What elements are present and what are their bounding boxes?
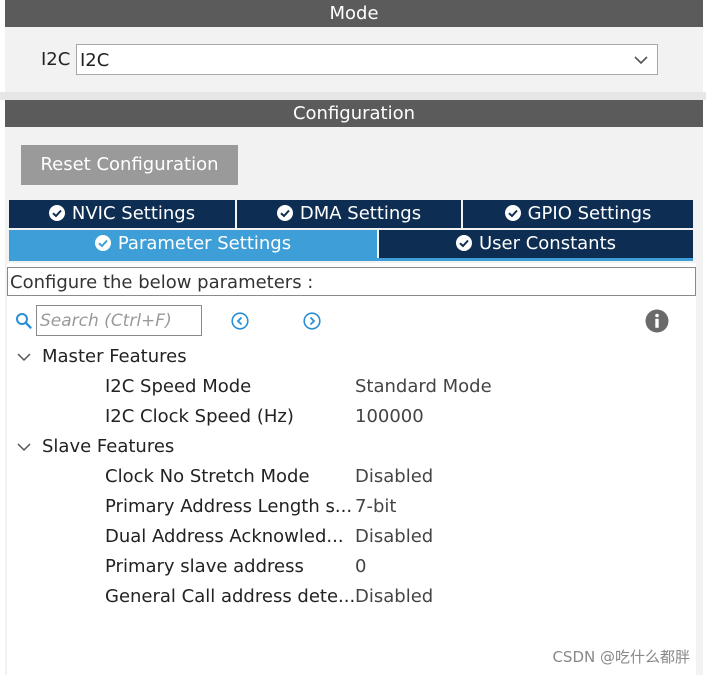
previous-circle-icon[interactable]: [231, 312, 249, 330]
param-name-address-length[interactable]: Primary Address Length s...: [105, 496, 352, 517]
mode-header-title: Mode: [329, 3, 379, 24]
info-icon[interactable]: [645, 309, 669, 333]
tab-nvic-settings[interactable]: NVIC Settings: [9, 200, 235, 228]
param-name-general-call[interactable]: General Call address dete...: [105, 586, 355, 607]
reset-configuration-button[interactable]: Reset Configuration: [21, 145, 238, 185]
param-value-general-call[interactable]: Disabled: [355, 586, 433, 607]
param-name-no-stretch[interactable]: Clock No Stretch Mode: [105, 466, 310, 487]
tab-label: GPIO Settings: [527, 203, 652, 224]
configure-description-text: Configure the below parameters :: [10, 272, 314, 293]
master-features-group[interactable]: Master Features: [42, 346, 187, 367]
param-value-speed-mode[interactable]: Standard Mode: [355, 376, 492, 397]
i2c-mode-label: I2C: [41, 49, 71, 70]
search-input[interactable]: [36, 305, 202, 336]
slave-features-group[interactable]: Slave Features: [42, 436, 174, 457]
param-value-no-stretch[interactable]: Disabled: [355, 466, 433, 487]
configuration-header-title: Configuration: [292, 103, 416, 124]
check-circle-icon: [276, 205, 293, 221]
next-circle-icon[interactable]: [303, 312, 321, 330]
tab-label: DMA Settings: [299, 203, 422, 224]
param-name-speed-mode[interactable]: I2C Speed Mode: [105, 376, 251, 397]
tab-label: NVIC Settings: [71, 203, 196, 224]
check-circle-icon: [455, 235, 472, 251]
param-value-clock-speed[interactable]: 100000: [355, 406, 424, 427]
watermark-text: CSDN @吃什么都胖: [552, 648, 690, 666]
param-name-dual-address[interactable]: Dual Address Acknowled...: [105, 526, 344, 547]
configuration-header: Configuration: [5, 100, 703, 127]
chevron-down-icon[interactable]: [17, 440, 31, 454]
tab-label: Parameter Settings: [117, 233, 292, 254]
mode-header: Mode: [5, 0, 703, 27]
param-name-clock-speed[interactable]: I2C Clock Speed (Hz): [105, 406, 294, 427]
section-divider: [0, 92, 706, 100]
check-circle-icon: [504, 205, 521, 221]
i2c-mode-select[interactable]: I2C: [76, 44, 658, 75]
tab-user-constants[interactable]: User Constants: [379, 230, 693, 258]
configure-description: Configure the below parameters :: [7, 267, 696, 296]
tab-gpio-settings[interactable]: GPIO Settings: [463, 200, 693, 228]
search-icon: [16, 313, 32, 329]
param-value-address-length[interactable]: 7-bit: [355, 496, 396, 517]
param-value-primary-slave-address[interactable]: 0: [355, 556, 366, 577]
tab-parameter-settings[interactable]: Parameter Settings: [9, 230, 377, 258]
tab-dma-settings[interactable]: DMA Settings: [237, 200, 461, 228]
param-name-primary-slave-address[interactable]: Primary slave address: [105, 556, 304, 577]
tab-underline: [9, 258, 693, 261]
check-circle-icon: [48, 205, 65, 221]
i2c-mode-value: I2C: [80, 50, 110, 71]
chevron-down-icon[interactable]: [17, 350, 31, 364]
chevron-down-icon: [634, 56, 648, 65]
param-value-dual-address[interactable]: Disabled: [355, 526, 433, 547]
check-circle-icon: [94, 235, 111, 251]
tab-label: User Constants: [478, 233, 617, 254]
